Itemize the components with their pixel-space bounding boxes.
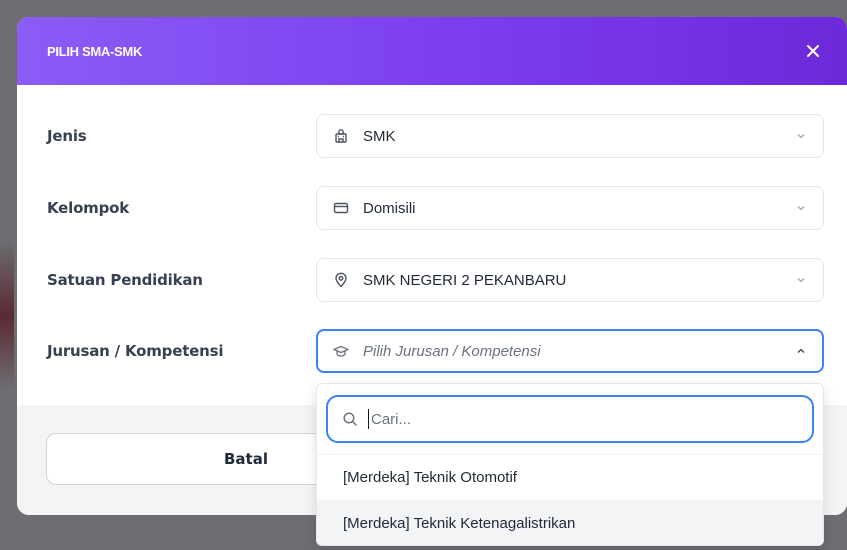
form-row-kelompok: Kelompok Domisili: [17, 186, 847, 230]
jenis-select[interactable]: SMK: [316, 114, 824, 158]
kelompok-select[interactable]: Domisili: [316, 186, 824, 230]
jurusan-select[interactable]: Pilih Jurusan / Kompetensi: [316, 329, 824, 373]
modal-title: PILIH SMA-SMK: [47, 43, 143, 59]
building-icon: [333, 128, 349, 144]
satuan-value: SMK NEGERI 2 PEKANBARU: [363, 271, 567, 289]
dropdown-search-box[interactable]: [326, 395, 814, 443]
list-item[interactable]: [Merdeka] Teknik Ketenagalistrikan: [317, 500, 823, 545]
search-input[interactable]: [371, 410, 798, 428]
jurusan-label: Jurusan / Kompetensi: [47, 342, 224, 360]
search-icon: [342, 411, 358, 427]
backdrop: [0, 240, 14, 390]
satuan-select[interactable]: SMK NEGERI 2 PEKANBARU: [316, 258, 824, 302]
close-icon[interactable]: [801, 39, 825, 63]
jurusan-placeholder: Pilih Jurusan / Kompetensi: [363, 342, 541, 360]
chevron-down-icon: [795, 202, 807, 214]
text-caret: [368, 409, 369, 429]
graduation-cap-icon: [333, 343, 349, 359]
card-icon: [333, 200, 349, 216]
chevron-down-icon: [795, 274, 807, 286]
satuan-label: Satuan Pendidikan: [47, 271, 203, 289]
location-pin-icon: [333, 272, 349, 288]
form-row-satuan: Satuan Pendidikan SMK NEGERI 2 PEKANBARU: [17, 258, 847, 302]
kelompok-value: Domisili: [363, 199, 416, 217]
jenis-label: Jenis: [47, 127, 87, 145]
form-row-jurusan: Jurusan / Kompetensi Pilih Jurusan / Kom…: [17, 329, 847, 373]
chevron-down-icon: [795, 130, 807, 142]
jurusan-dropdown: [Merdeka] Teknik Otomotif [Merdeka] Tekn…: [316, 383, 824, 546]
jenis-value: SMK: [363, 127, 396, 145]
form-row-jenis: Jenis SMK: [17, 114, 847, 158]
option-list: [Merdeka] Teknik Otomotif [Merdeka] Tekn…: [317, 454, 823, 545]
modal-body: Jenis SMK Kelompok Domisili Satuan Pendi…: [17, 85, 847, 405]
modal-header: PILIH SMA-SMK: [17, 17, 847, 85]
chevron-up-icon: [795, 345, 807, 357]
kelompok-label: Kelompok: [47, 199, 130, 217]
list-item[interactable]: [Merdeka] Teknik Otomotif: [317, 454, 823, 500]
